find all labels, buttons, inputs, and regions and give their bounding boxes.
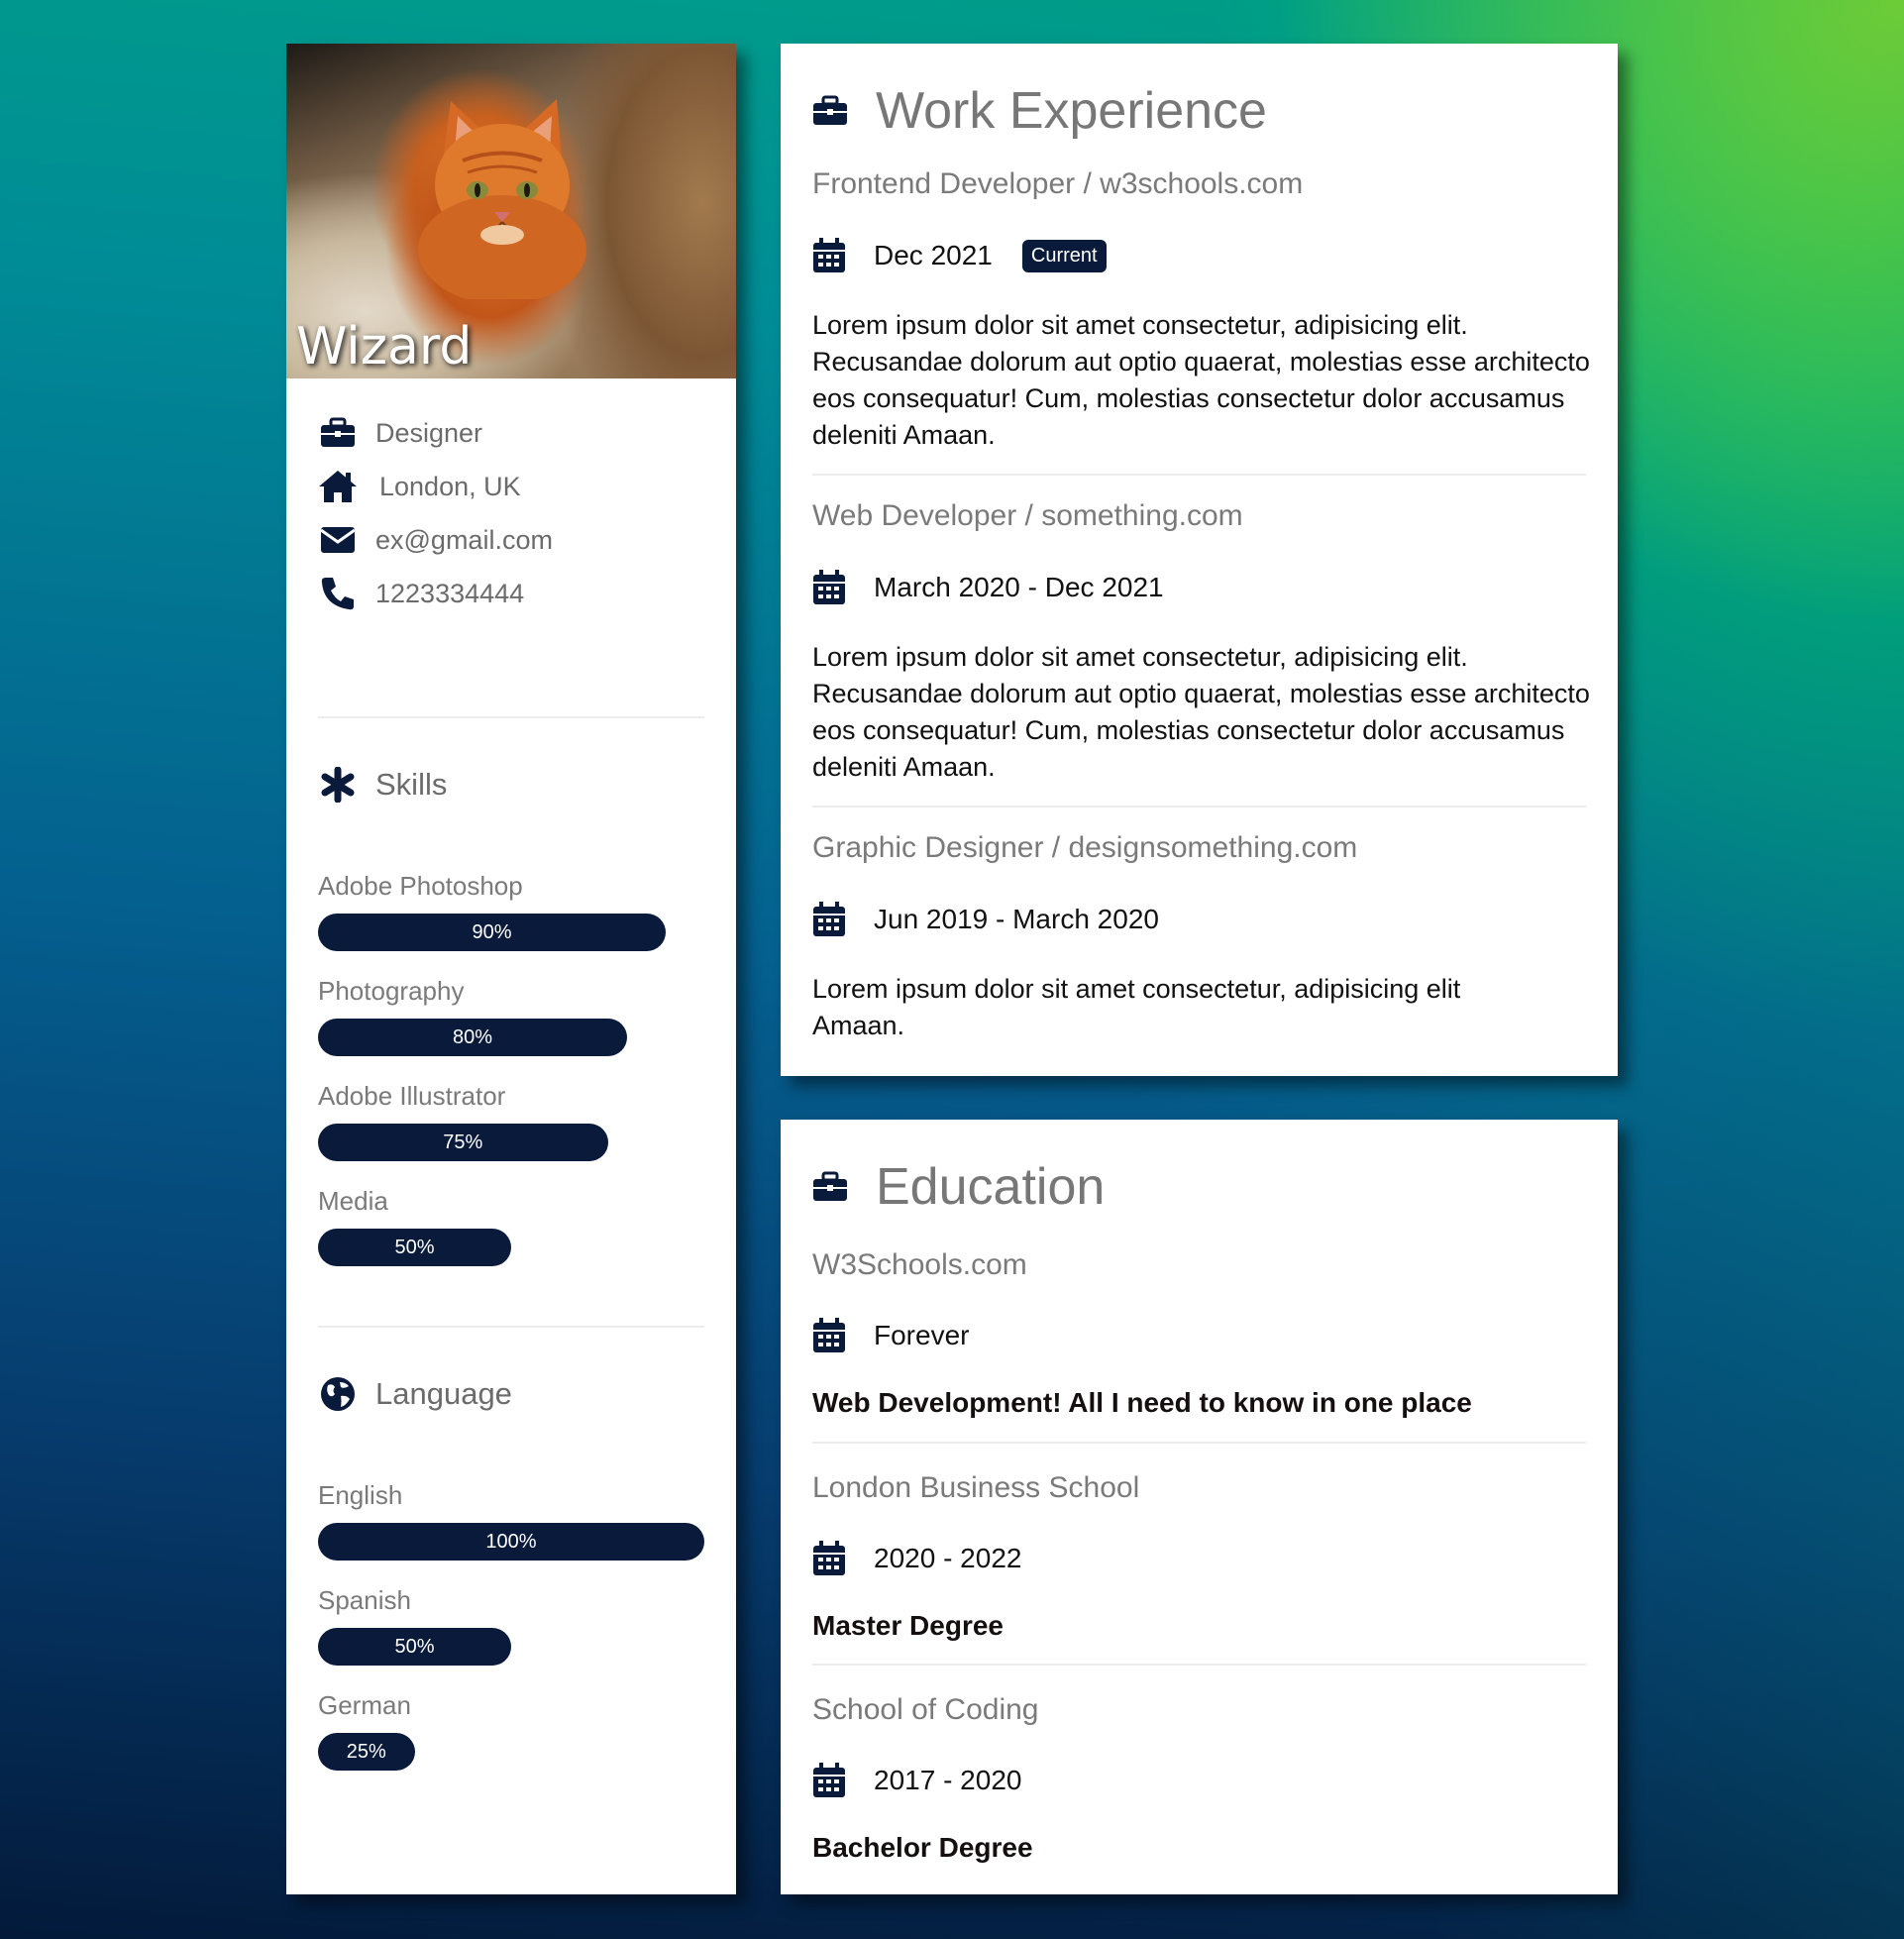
school-entry-date: Forever bbox=[874, 1320, 970, 1350]
location-row: London, UK bbox=[318, 460, 704, 513]
divider bbox=[318, 716, 704, 718]
current-badge: Current bbox=[1021, 239, 1107, 272]
language-bar-fill: 100% bbox=[318, 1523, 704, 1561]
language-bar: 100% bbox=[318, 1523, 704, 1561]
job-entry-description: Lorem ipsum dolor sit amet consectetur, … bbox=[812, 974, 1461, 1040]
language-bar-fill: 25% bbox=[318, 1733, 415, 1771]
skill-bar: 75% bbox=[318, 1124, 704, 1161]
language-heading-row: Language bbox=[318, 1364, 704, 1424]
home-icon bbox=[318, 467, 358, 506]
work-title-row: Work Experience bbox=[812, 81, 1267, 141]
skills-heading: Skills bbox=[375, 767, 448, 802]
job-entry-date: Jun 2019 - March 2020 bbox=[874, 904, 1159, 934]
language-label: English bbox=[318, 1480, 403, 1510]
skill-label: Photography bbox=[318, 976, 465, 1006]
education-title-row: Education bbox=[812, 1157, 1105, 1217]
divider bbox=[318, 1326, 704, 1328]
school-entry-date: 2020 - 2022 bbox=[874, 1543, 1022, 1573]
job-title: Designer bbox=[375, 417, 483, 448]
divider bbox=[812, 474, 1586, 476]
calendar-icon bbox=[813, 570, 845, 604]
profile-photo: Wizard bbox=[286, 44, 736, 378]
skill-label: Media bbox=[318, 1186, 388, 1216]
language-bar: 50% bbox=[318, 1628, 704, 1666]
phone-icon bbox=[318, 574, 358, 613]
language-label: German bbox=[318, 1690, 411, 1720]
location-text: London, UK bbox=[379, 471, 521, 501]
divider bbox=[812, 806, 1586, 808]
work-experience-card: Work Experience Frontend Developer / w3s… bbox=[781, 44, 1618, 1076]
profile-name: Wizard bbox=[296, 317, 473, 377]
skill-bar-fill: 80% bbox=[318, 1019, 627, 1056]
skill-label: Adobe Illustrator bbox=[318, 1081, 506, 1111]
skill-bar: 90% bbox=[318, 914, 704, 951]
skills-list: Adobe Photoshop 90% Photography 80% Adob… bbox=[318, 866, 704, 1286]
education-heading: Education bbox=[876, 1158, 1106, 1216]
job-entry-title: Frontend Developer / w3schools.com bbox=[812, 167, 1304, 200]
calendar-icon bbox=[813, 1541, 845, 1575]
phone-text[interactable]: 1223334444 bbox=[375, 579, 524, 609]
envelope-icon bbox=[318, 520, 358, 560]
skill-bar: 80% bbox=[318, 1019, 704, 1056]
language-heading: Language bbox=[375, 1376, 512, 1411]
school-entry-title: School of Coding bbox=[812, 1693, 1039, 1726]
job-entry-description: Lorem ipsum dolor sit amet consectetur, … bbox=[812, 310, 1590, 450]
school-entry-description: Bachelor Degree bbox=[812, 1832, 1033, 1863]
phone-row: 1223334444 bbox=[318, 567, 704, 620]
calendar-icon bbox=[813, 1763, 845, 1797]
school-entry-date: 2017 - 2020 bbox=[874, 1765, 1022, 1795]
skill-bar: 50% bbox=[318, 1229, 704, 1266]
calendar-icon bbox=[813, 238, 845, 272]
job-entry-description: Lorem ipsum dolor sit amet consectetur, … bbox=[812, 642, 1590, 782]
language-bar-fill: 50% bbox=[318, 1628, 511, 1666]
profile-sidebar: Wizard Designer London, UK ex@gmail.com … bbox=[286, 44, 736, 1894]
school-entry-title: W3Schools.com bbox=[812, 1248, 1027, 1281]
language-label: Spanish bbox=[318, 1585, 411, 1615]
globe-icon bbox=[318, 1374, 358, 1414]
school-entry-date-row: 2017 - 2020 bbox=[812, 1763, 1021, 1798]
skill-label: Adobe Photoshop bbox=[318, 871, 523, 901]
school-entry-description: Web Development! All I need to know in o… bbox=[812, 1387, 1472, 1418]
job-entry-date-row: Jun 2019 - March 2020 bbox=[812, 902, 1159, 937]
skill-bar-fill: 75% bbox=[318, 1124, 608, 1161]
job-entry-title: Web Developer / something.com bbox=[812, 499, 1243, 532]
education-card: Education W3Schools.com Forever Web Deve… bbox=[781, 1120, 1618, 1894]
language-list: English 100% Spanish 50% German 25% bbox=[318, 1475, 704, 1790]
skills-heading-row: Skills bbox=[318, 755, 704, 814]
job-row: Designer bbox=[318, 406, 704, 460]
divider bbox=[812, 1442, 1586, 1444]
job-entry-date-row: March 2020 - Dec 2021 bbox=[812, 570, 1164, 605]
email-text[interactable]: ex@gmail.com bbox=[375, 525, 553, 556]
school-entry-description: Master Degree bbox=[812, 1610, 1004, 1641]
briefcase-icon bbox=[318, 413, 358, 453]
job-entry-date: Dec 2021 bbox=[874, 240, 993, 270]
calendar-icon bbox=[813, 1318, 845, 1352]
skill-bar-fill: 90% bbox=[318, 914, 666, 951]
language-bar: 25% bbox=[318, 1733, 704, 1771]
school-entry-title: London Business School bbox=[812, 1471, 1140, 1504]
asterisk-icon bbox=[318, 765, 358, 805]
divider bbox=[812, 1664, 1586, 1666]
calendar-icon bbox=[813, 902, 845, 936]
job-entry-date: March 2020 - Dec 2021 bbox=[874, 572, 1164, 602]
school-entry-date-row: 2020 - 2022 bbox=[812, 1541, 1021, 1576]
job-entry-title: Graphic Designer / designsomething.com bbox=[812, 831, 1358, 864]
work-heading: Work Experience bbox=[876, 82, 1267, 140]
email-row: ex@gmail.com bbox=[318, 513, 704, 567]
job-entry-date-row: Dec 2021 Current bbox=[812, 238, 1107, 273]
cat-illustration bbox=[418, 99, 586, 299]
briefcase-icon bbox=[812, 1167, 852, 1207]
skill-bar-fill: 50% bbox=[318, 1229, 511, 1266]
school-entry-date-row: Forever bbox=[812, 1318, 969, 1353]
briefcase-icon bbox=[812, 91, 852, 131]
